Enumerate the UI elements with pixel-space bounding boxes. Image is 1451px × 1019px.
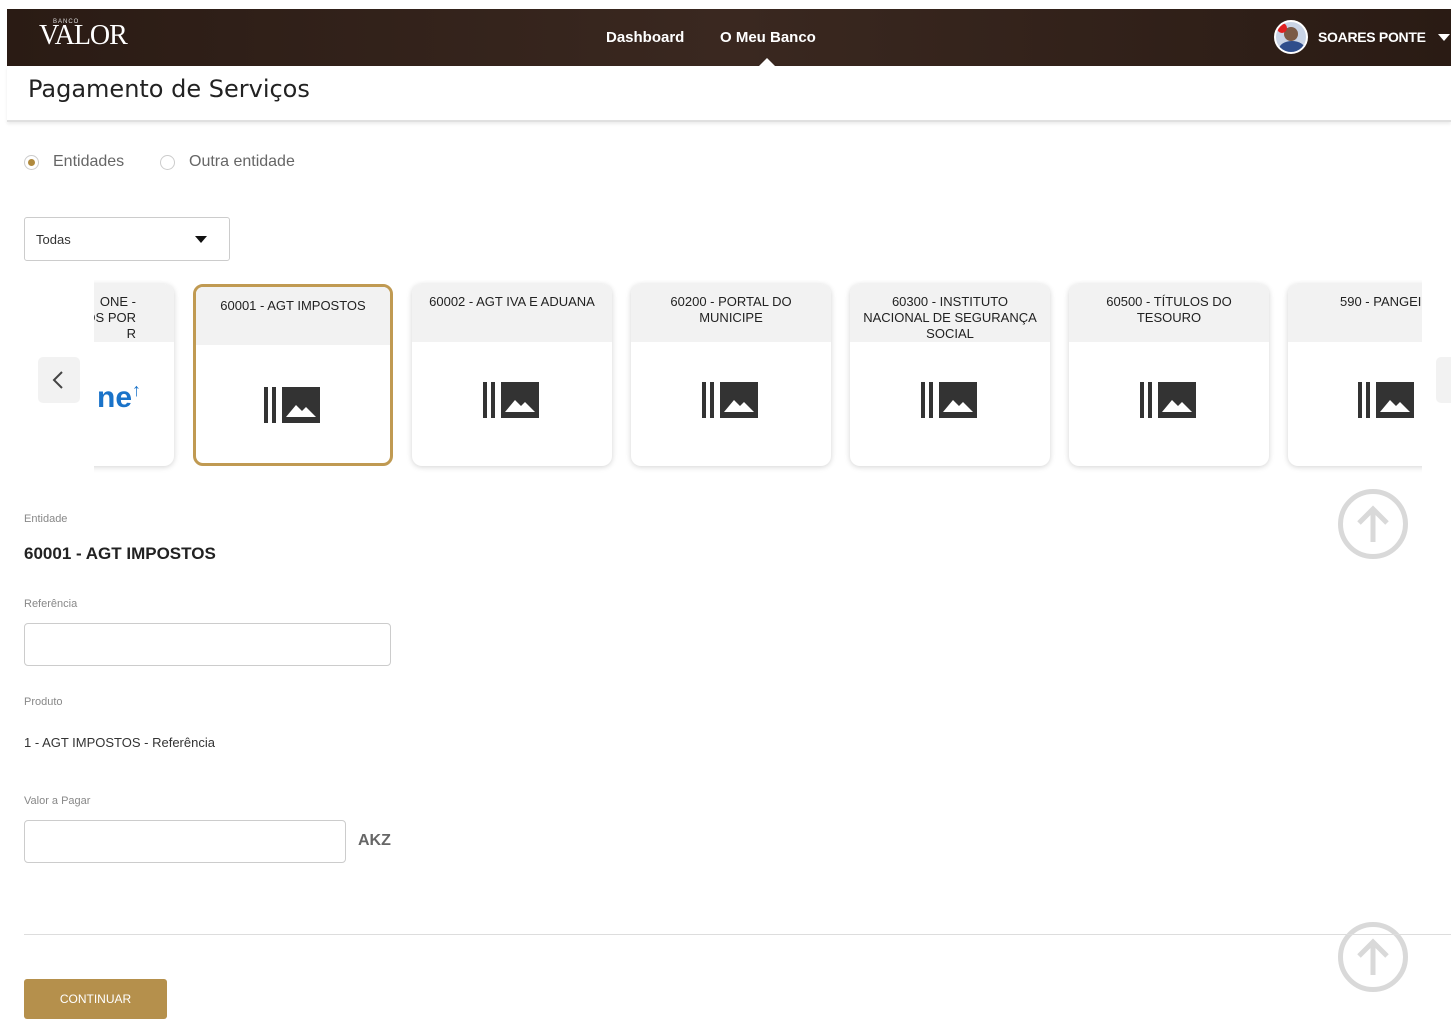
radio-outra-entidade[interactable]: Outra entidade bbox=[160, 152, 295, 172]
radio-button-checked[interactable] bbox=[24, 154, 39, 170]
image-placeholder-icon bbox=[850, 382, 1050, 418]
entity-card-label: 590 - PANGEI bbox=[1288, 284, 1422, 342]
page-title: Pagamento de Serviços bbox=[28, 75, 310, 103]
nav-dashboard[interactable]: Dashboard bbox=[606, 9, 684, 66]
entity-card-label: 60200 - PORTAL DO MUNICIPE bbox=[631, 284, 831, 342]
produto-value: 1 - AGT IMPOSTOS - Referência bbox=[24, 735, 215, 750]
entity-card-label: ONE - OS POR R bbox=[94, 284, 174, 342]
radio-entidades[interactable]: Entidades bbox=[24, 152, 124, 172]
image-placeholder-icon bbox=[196, 387, 390, 423]
bank-logo[interactable]: BANCO VALOR bbox=[39, 19, 128, 51]
avatar bbox=[1274, 20, 1308, 54]
entity-card-590[interactable]: 590 - PANGEI bbox=[1288, 284, 1422, 466]
chevron-down-icon[interactable] bbox=[1437, 33, 1450, 41]
logo-small-text: BANCO bbox=[53, 19, 80, 25]
valor-label: Valor a Pagar bbox=[24, 795, 91, 807]
continuar-button[interactable]: CONTINUAR bbox=[24, 979, 167, 1019]
entity-card-60200[interactable]: 60200 - PORTAL DO MUNICIPE bbox=[631, 284, 831, 466]
radio-label-outra-entidade: Outra entidade bbox=[189, 153, 295, 170]
active-nav-indicator bbox=[759, 58, 775, 66]
produto-label: Produto bbox=[24, 696, 63, 708]
entity-filter-select[interactable]: Todas bbox=[24, 217, 230, 261]
carousel-next-button[interactable] bbox=[1436, 357, 1451, 403]
referencia-input[interactable] bbox=[24, 623, 391, 666]
carousel-prev-button[interactable] bbox=[38, 357, 80, 403]
user-name: SOARES PONTE bbox=[1318, 29, 1426, 45]
user-menu[interactable]: SOARES PONTE bbox=[1274, 16, 1450, 58]
divider bbox=[24, 934, 1451, 935]
entidade-label: Entidade bbox=[24, 513, 68, 525]
caret-down-icon bbox=[195, 236, 207, 243]
scroll-top-button[interactable] bbox=[1338, 489, 1408, 559]
radio-label-entidades: Entidades bbox=[53, 153, 125, 170]
top-navigation-bar: BANCO VALOR Dashboard O Meu Banco SOARES… bbox=[7, 9, 1451, 66]
image-placeholder-icon bbox=[412, 382, 612, 418]
referencia-label: Referência bbox=[24, 598, 78, 610]
partner-logo: ne↑ bbox=[97, 380, 142, 414]
chevron-left-icon bbox=[52, 371, 63, 389]
select-value: Todas bbox=[36, 232, 71, 247]
entity-card-label: 60500 - TÍTULOS DO TESOURO bbox=[1069, 284, 1269, 342]
entidade-value: 60001 - AGT IMPOSTOS bbox=[24, 544, 216, 563]
entity-card-60002[interactable]: 60002 - AGT IVA E ADUANA bbox=[412, 284, 612, 466]
entity-card-60300[interactable]: 60300 - INSTITUTO NACIONAL DE SEGURANÇA … bbox=[850, 284, 1050, 466]
arrow-up-icon bbox=[1357, 505, 1389, 542]
image-placeholder-icon bbox=[1069, 382, 1269, 418]
scroll-top-button-bottom[interactable] bbox=[1338, 922, 1408, 992]
entity-card-partial[interactable]: ONE - OS POR R ne↑ bbox=[94, 284, 174, 466]
entity-card-label: 60001 - AGT IMPOSTOS bbox=[196, 287, 390, 345]
image-placeholder-icon bbox=[631, 382, 831, 418]
currency-label: AKZ bbox=[358, 832, 391, 849]
valor-input[interactable] bbox=[24, 820, 346, 863]
notification-dot bbox=[1277, 23, 1287, 33]
image-placeholder-icon bbox=[1288, 382, 1422, 418]
entity-card-label: 60002 - AGT IVA E ADUANA bbox=[412, 284, 612, 342]
entity-card-60500[interactable]: 60500 - TÍTULOS DO TESOURO bbox=[1069, 284, 1269, 466]
entity-card-label: 60300 - INSTITUTO NACIONAL DE SEGURANÇA … bbox=[850, 284, 1050, 342]
page-title-bar: Pagamento de Serviços bbox=[7, 66, 1451, 122]
entity-card-60001[interactable]: 60001 - AGT IMPOSTOS bbox=[193, 284, 393, 466]
entity-carousel: ONE - OS POR R ne↑ 60001 - AGT IMPOSTOS … bbox=[94, 280, 1422, 475]
radio-button-unchecked[interactable] bbox=[160, 154, 175, 170]
arrow-up-icon bbox=[1357, 938, 1389, 975]
